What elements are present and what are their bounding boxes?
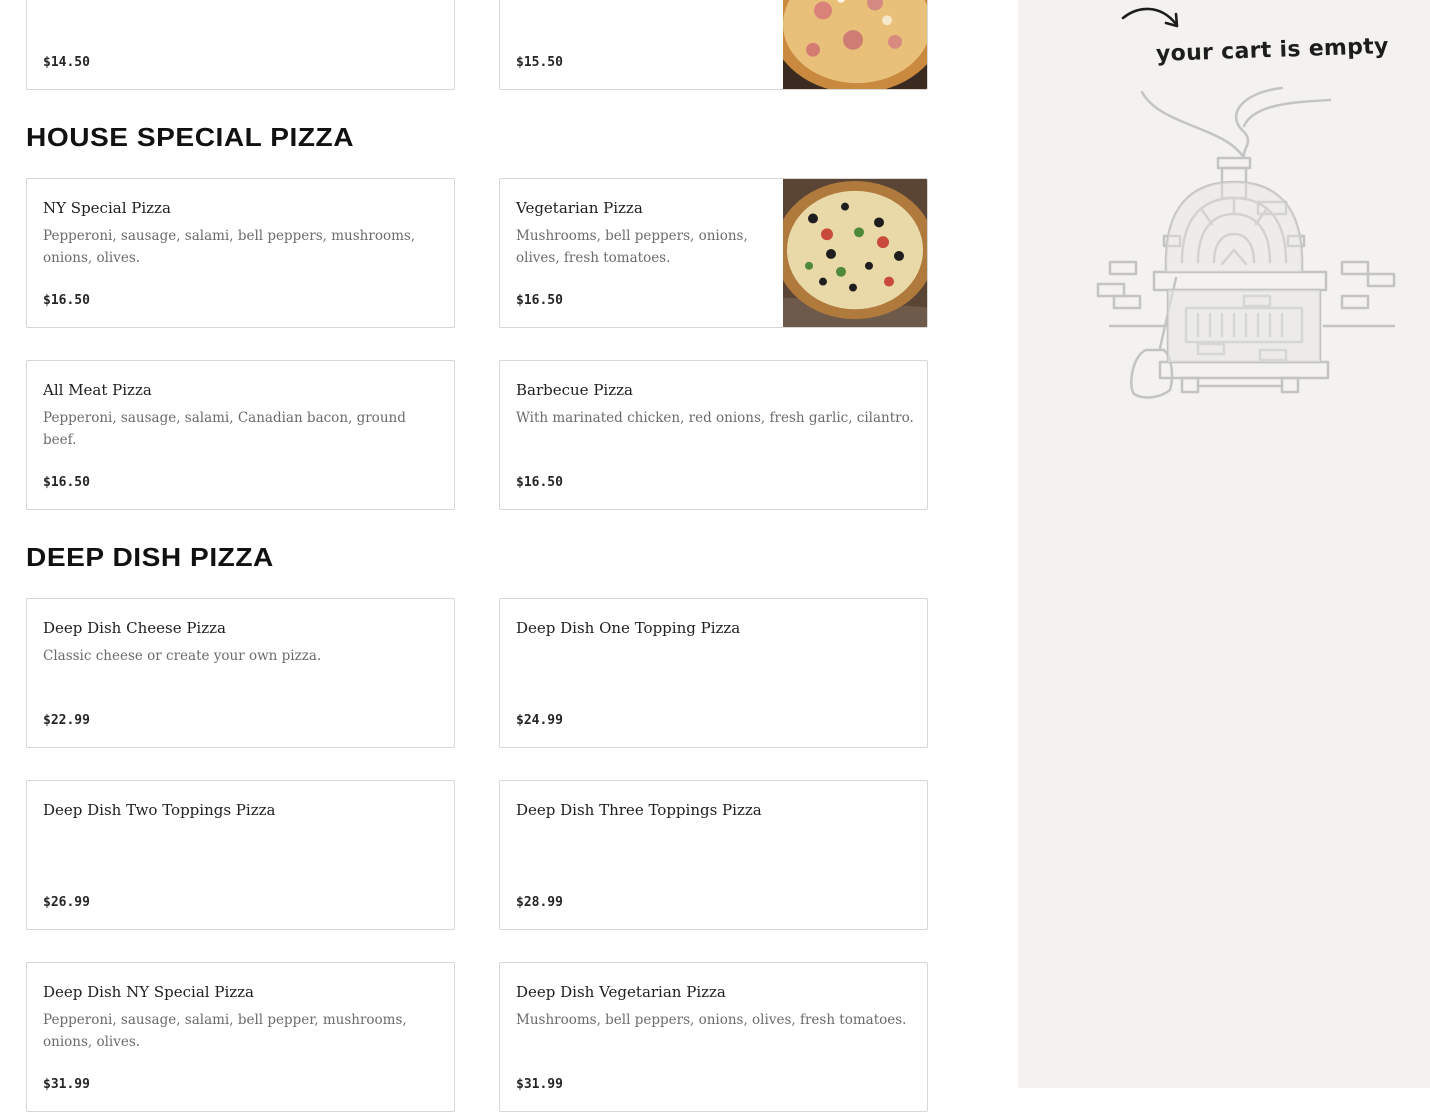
menu-item-card[interactable]: Vegetarian Pizza Mushrooms, bell peppers…	[499, 178, 928, 328]
item-price: $31.99	[516, 1077, 563, 1092]
item-price: $24.99	[516, 713, 563, 728]
item-description: Pepperoni, sausage, salami, bell peppers…	[43, 228, 416, 266]
item-price: $16.50	[516, 293, 563, 308]
section-title-house-special: HOUSE SPECIAL PIZZA	[26, 122, 355, 152]
item-name: Deep Dish One Topping Pizza	[516, 619, 741, 637]
item-description: Classic cheese or create your own pizza.	[43, 648, 322, 664]
pizza-oven-illustration	[1096, 86, 1396, 399]
item-name: Deep Dish Cheese Pizza	[43, 619, 226, 637]
menu-item-card[interactable]: Barbecue Pizza With marinated chicken, r…	[499, 360, 928, 510]
menu-item-card[interactable]: Deep Dish Three Toppings Pizza $28.99	[499, 780, 928, 930]
menu-item-card[interactable]: NY Special Pizza Pepperoni, sausage, sal…	[26, 178, 455, 328]
menu-item-card[interactable]: Deep Dish Two Toppings Pizza $26.99	[26, 780, 455, 930]
item-name: Deep Dish Two Toppings Pizza	[43, 801, 276, 819]
item-description: Pepperoni, sausage, salami, bell pepper,…	[43, 1012, 407, 1050]
cart-panel: your cart is empty	[1018, 0, 1430, 1088]
item-description: With marinated chicken, red onions, fres…	[516, 410, 914, 426]
item-name: Deep Dish Vegetarian Pizza	[516, 983, 726, 1001]
cart-empty-message: your cart is empty	[1155, 33, 1390, 68]
item-price: $16.50	[516, 475, 563, 490]
item-price: $14.50	[43, 55, 90, 70]
item-name: Deep Dish NY Special Pizza	[43, 983, 254, 1001]
menu-item-card[interactable]: All Meat Pizza Pepperoni, sausage, salam…	[26, 360, 455, 510]
item-name: Deep Dish Three Toppings Pizza	[516, 801, 762, 819]
menu-item-card[interactable]: $14.50	[26, 0, 455, 90]
item-price: $15.50	[516, 55, 563, 70]
item-description: Mushrooms, bell peppers, onions, olives,…	[516, 228, 748, 266]
menu-item-card[interactable]: Deep Dish Vegetarian Pizza Mushrooms, be…	[499, 962, 928, 1112]
pizza-photo	[783, 179, 927, 327]
item-description: Mushrooms, bell peppers, onions, olives,…	[516, 1012, 907, 1028]
menu-item-card[interactable]: $15.50	[499, 0, 928, 90]
menu-item-card[interactable]: Deep Dish Cheese Pizza Classic cheese or…	[26, 598, 455, 748]
item-price: $16.50	[43, 293, 90, 308]
item-price: $22.99	[43, 713, 90, 728]
menu-item-card[interactable]: Deep Dish One Topping Pizza $24.99	[499, 598, 928, 748]
item-price: $26.99	[43, 895, 90, 910]
curved-arrow-icon	[1121, 7, 1179, 28]
item-price: $16.50	[43, 475, 90, 490]
item-name: All Meat Pizza	[43, 381, 152, 399]
item-description: Pepperoni, sausage, salami, Canadian bac…	[43, 410, 406, 448]
item-name: Barbecue Pizza	[516, 381, 633, 399]
item-price: $31.99	[43, 1077, 90, 1092]
section-title-deep-dish: DEEP DISH PIZZA	[26, 542, 274, 572]
pizza-photo	[783, 0, 927, 89]
item-price: $28.99	[516, 895, 563, 910]
menu-item-card[interactable]: Deep Dish NY Special Pizza Pepperoni, sa…	[26, 962, 455, 1112]
item-name: Vegetarian Pizza	[516, 199, 643, 217]
item-name: NY Special Pizza	[43, 199, 171, 217]
